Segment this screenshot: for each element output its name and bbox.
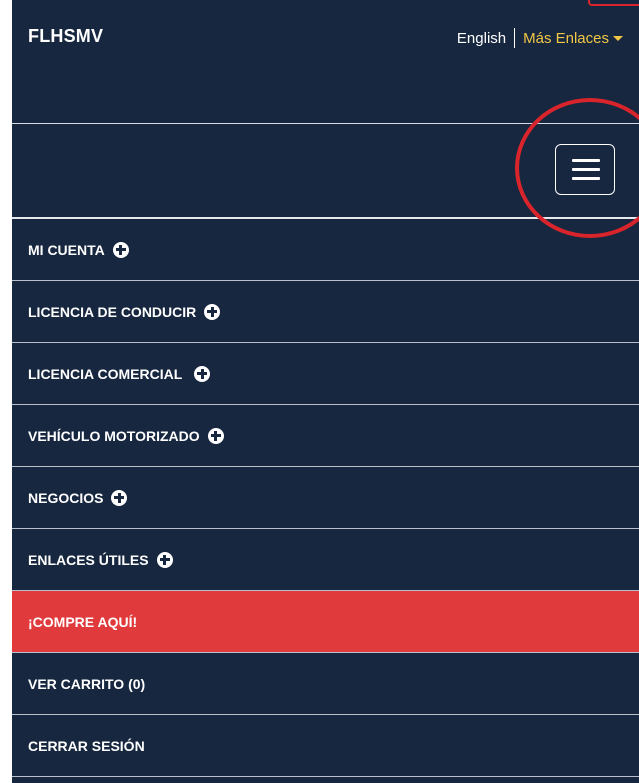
hamburger-icon-bar <box>572 159 600 162</box>
menu-item-licencia-comercial[interactable]: LICENCIA COMERCIAL <box>12 343 639 405</box>
menu-item-negocios[interactable]: NEGOCIOS <box>12 467 639 529</box>
top-bar: FLHSMV English Más Enlaces <box>12 0 639 124</box>
menu-item-enlaces-utiles[interactable]: ENLACES ÚTILES <box>12 529 639 591</box>
plus-circle-icon[interactable] <box>204 303 221 320</box>
menu-item-label: MI CUENTA <box>28 241 105 258</box>
menu-item-label: VEHÍCULO MOTORIZADO <box>28 427 200 444</box>
main-menu: MI CUENTA LICENCIA DE CONDUCIR LICENCIA … <box>12 219 639 777</box>
english-link[interactable]: English <box>457 30 506 47</box>
menu-item-ver-carrito[interactable]: VER CARRITO (0) <box>12 653 639 715</box>
menu-item-vehiculo-motorizado[interactable]: VEHÍCULO MOTORIZADO <box>12 405 639 467</box>
caret-down-icon <box>613 35 623 41</box>
plus-circle-icon[interactable] <box>112 241 129 258</box>
annotation-mark <box>588 0 639 6</box>
brand-logo[interactable]: FLHSMV <box>28 26 103 47</box>
menu-item-label: VER CARRITO (0) <box>28 675 146 692</box>
nav-toggle-row <box>12 124 639 218</box>
menu-item-label: CERRAR SESIÓN <box>28 737 145 754</box>
plus-circle-icon[interactable] <box>156 551 173 568</box>
menu-item-label: ¡COMPRE AQUÍ! <box>28 613 138 630</box>
hamburger-icon-bar <box>572 177 600 180</box>
menu-item-cerrar-sesion[interactable]: CERRAR SESIÓN <box>12 715 639 777</box>
menu-item-label: LICENCIA COMERCIAL <box>28 365 183 382</box>
plus-circle-icon[interactable] <box>207 427 224 444</box>
language-separator <box>514 28 516 48</box>
menu-item-label: ENLACES ÚTILES <box>28 551 149 568</box>
menu-item-compre-aqui[interactable]: ¡COMPRE AQUÍ! <box>12 591 639 653</box>
hamburger-menu-button[interactable] <box>555 144 615 195</box>
menu-item-label: LICENCIA DE CONDUCIR <box>28 303 197 320</box>
language-links: English Más Enlaces <box>457 28 623 48</box>
plus-circle-icon[interactable] <box>194 365 211 382</box>
more-links-label: Más Enlaces <box>523 29 609 47</box>
hamburger-icon-bar <box>572 168 600 171</box>
menu-item-label: NEGOCIOS <box>28 489 104 506</box>
mobile-nav-frame: FLHSMV English Más Enlaces MI CUENTA LIC… <box>12 0 639 783</box>
menu-item-licencia-de-conducir[interactable]: LICENCIA DE CONDUCIR <box>12 281 639 343</box>
plus-circle-icon[interactable] <box>111 489 128 506</box>
more-links-dropdown[interactable]: Más Enlaces <box>523 30 623 47</box>
menu-item-mi-cuenta[interactable]: MI CUENTA <box>12 219 639 281</box>
